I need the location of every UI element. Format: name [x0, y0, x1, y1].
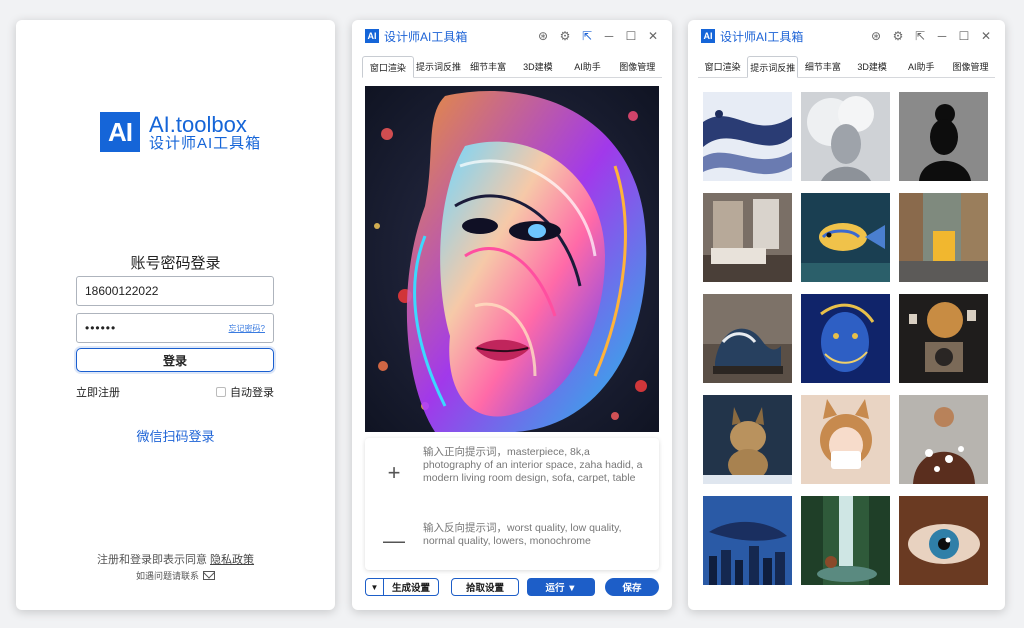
tab-image-manage[interactable]: 图像管理 — [612, 56, 662, 77]
register-link[interactable]: 立即注册 — [76, 384, 120, 400]
password-mask: •••••• — [85, 321, 117, 335]
thumbnail-exploding-camera[interactable] — [899, 294, 988, 383]
password-input[interactable]: •••••• 忘记密码? — [76, 313, 274, 343]
render-preview-image[interactable] — [365, 86, 659, 432]
user-icon[interactable]: ⊛ — [870, 29, 882, 43]
wechat-login-link[interactable]: 微信扫码登录 — [16, 426, 335, 445]
tab-ai-assistant[interactable]: AI助手 — [563, 56, 613, 77]
pick-settings-button[interactable]: 拾取设置 — [451, 578, 519, 596]
privacy-policy-link[interactable]: 隐私政策 — [210, 554, 254, 566]
tab-detail-enrich[interactable]: 细节丰富 — [798, 56, 847, 77]
tab-prompt-reverse[interactable]: 提示词反推 — [414, 56, 464, 77]
tab-image-manage[interactable]: 图像管理 — [946, 56, 995, 77]
tab-3d-modeling[interactable]: 3D建模 — [848, 56, 897, 77]
login-panel: AI AI.toolbox 设计师AI工具箱 账号密码登录 1860012202… — [16, 20, 335, 610]
action-toolbar: ▼ 生成设置 拾取设置 运行 ▼ 保存 — [365, 577, 659, 597]
generate-settings-label: 生成设置 — [391, 583, 430, 594]
thumbnail-lynx[interactable] — [703, 395, 792, 484]
tab-prompt-reverse[interactable]: 提示词反推 — [747, 56, 799, 78]
thumbnail-anime-cat-girl[interactable] — [801, 395, 890, 484]
maximize-icon[interactable]: ☐ — [625, 29, 637, 43]
thumbnail-wave-sculpture[interactable] — [703, 294, 792, 383]
thumbnail-floral-dress-woman[interactable] — [899, 395, 988, 484]
negative-prompt-input[interactable]: 输入反向提示词，worst quality, low quality, norm… — [423, 522, 659, 554]
negative-prompt-icon[interactable]: — — [365, 522, 423, 554]
pin-icon[interactable]: ⇱ — [581, 29, 593, 43]
image-grid — [703, 92, 988, 585]
brand-name-en: AI.toolbox — [149, 111, 247, 137]
positive-prompt-input[interactable]: 输入正向提示词，masterpiece, 8k,a photography of… — [423, 446, 659, 486]
settings-icon[interactable]: ⚙ — [892, 29, 904, 43]
run-button[interactable]: 运行 ▼ — [527, 578, 595, 596]
phone-input[interactable]: 18600122022 — [76, 276, 274, 306]
tab-bar: 窗口渲染 提示词反推 细节丰富 3D建模 AI助手 图像管理 — [698, 56, 995, 78]
contact-line[interactable]: 如遇问题请联系 — [16, 569, 335, 582]
minimize-icon[interactable]: ─ — [603, 29, 615, 43]
login-title: 账号密码登录 — [130, 255, 221, 272]
chevron-down-icon[interactable]: ▼ — [366, 579, 384, 595]
thumbnail-waterfall-forest[interactable] — [801, 496, 890, 585]
user-icon[interactable]: ⊛ — [537, 29, 549, 43]
tab-bar: 窗口渲染 提示词反推 细节丰富 3D建模 AI助手 图像管理 — [362, 56, 662, 78]
maximize-icon[interactable]: ☐ — [958, 29, 970, 43]
thumbnail-whale-city[interactable] — [703, 496, 792, 585]
brand-name-cn: 设计师AI工具箱 — [149, 134, 262, 152]
contact-label: 如遇问题请联系 — [135, 571, 199, 581]
tab-window-render[interactable]: 窗口渲染 — [362, 56, 414, 78]
auto-login-label: 自动登录 — [230, 387, 274, 399]
thumbnail-street-tram[interactable] — [899, 193, 988, 282]
app-logo-icon: AI — [365, 29, 379, 43]
thumbnail-eye-closeup[interactable] — [899, 496, 988, 585]
agreement-text: 注册和登录即表示同意 隐私政策 — [16, 551, 335, 567]
brand-logo: AI AI.toolbox 设计师AI工具箱 — [100, 112, 261, 152]
window-title: 设计师AI工具箱 — [720, 29, 804, 44]
window-title: 设计师AI工具箱 — [384, 29, 468, 44]
pin-icon[interactable]: ⇱ — [914, 29, 926, 43]
forgot-password-link[interactable]: 忘记密码? — [229, 323, 265, 334]
close-icon[interactable]: ✕ — [647, 29, 659, 43]
generate-settings-button[interactable]: ▼ 生成设置 — [365, 578, 439, 596]
checkbox-icon — [216, 387, 226, 397]
thumbnail-blue-gold-face[interactable] — [801, 294, 890, 383]
tab-ai-assistant[interactable]: AI助手 — [897, 56, 946, 77]
tab-3d-modeling[interactable]: 3D建模 — [513, 56, 563, 77]
tab-detail-enrich[interactable]: 细节丰富 — [463, 56, 513, 77]
minimize-icon[interactable]: ─ — [936, 29, 948, 43]
settings-icon[interactable]: ⚙ — [559, 29, 571, 43]
thumbnail-tropical-fish[interactable] — [801, 193, 890, 282]
title-bar: AI 设计师AI工具箱 ⊛ ⚙ ⇱ ─ ☐ ✕ — [701, 26, 992, 46]
title-bar: AI 设计师AI工具箱 ⊛ ⚙ ⇱ ─ ☐ ✕ — [365, 26, 659, 46]
thumbnail-silhouette-profile[interactable] — [899, 92, 988, 181]
phone-value: 18600122022 — [85, 284, 159, 298]
app-logo-icon: AI — [701, 29, 715, 43]
render-window: AI 设计师AI工具箱 ⊛ ⚙ ⇱ ─ ☐ ✕ 窗口渲染 提示词反推 细节丰富 … — [352, 20, 672, 610]
thumbnail-smoke-woman[interactable] — [801, 92, 890, 181]
gallery-window: AI 设计师AI工具箱 ⊛ ⚙ ⇱ ─ ☐ ✕ 窗口渲染 提示词反推 细节丰富 … — [688, 20, 1005, 610]
prompt-panel: + 输入正向提示词，masterpiece, 8k,a photography … — [365, 438, 659, 570]
ai-logo-icon: AI — [100, 112, 140, 152]
mail-icon — [203, 571, 215, 580]
auto-login-checkbox[interactable]: 自动登录 — [216, 384, 274, 400]
tab-window-render[interactable]: 窗口渲染 — [698, 56, 747, 77]
thumbnail-marble-swirl[interactable] — [703, 92, 792, 181]
login-button[interactable]: 登录 — [76, 348, 274, 372]
save-button[interactable]: 保存 — [605, 578, 659, 596]
close-icon[interactable]: ✕ — [980, 29, 992, 43]
positive-prompt-icon[interactable]: + — [365, 446, 423, 486]
agreement-label: 注册和登录即表示同意 — [96, 554, 207, 566]
thumbnail-bedroom-interior[interactable] — [703, 193, 792, 282]
